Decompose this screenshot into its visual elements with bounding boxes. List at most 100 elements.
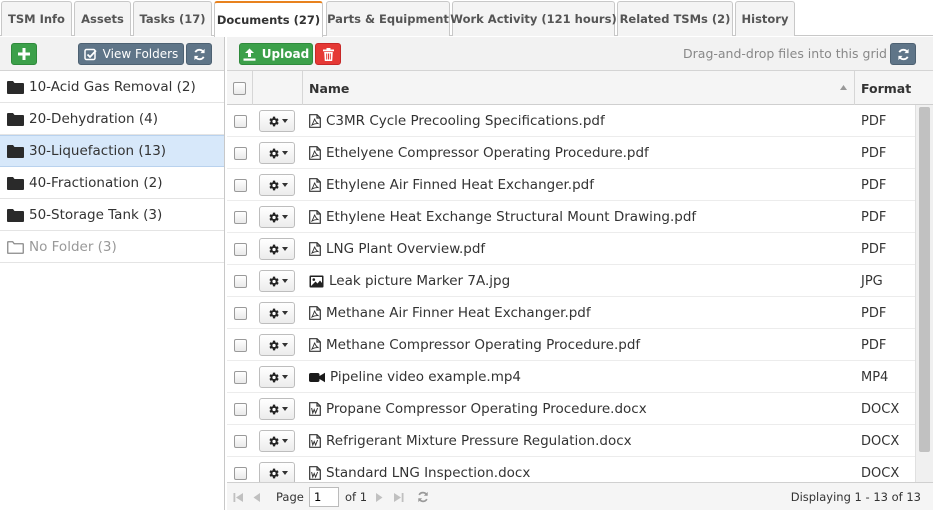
row-checkbox[interactable] <box>233 274 247 288</box>
tab-assets[interactable]: Assets <box>74 1 131 36</box>
folder-item[interactable]: 20-Dehydration (4) <box>0 103 224 135</box>
row-actions-button[interactable] <box>259 142 295 164</box>
file-format: PDF <box>861 177 887 193</box>
file-name[interactable]: Ethylene Air Finned Heat Exchanger.pdf <box>326 177 594 193</box>
file-name[interactable]: Propane Compressor Operating Procedure.d… <box>326 401 647 417</box>
row-select-cell <box>227 105 253 137</box>
prev-page-icon[interactable] <box>253 483 261 511</box>
caret-down-icon <box>281 247 288 251</box>
file-name[interactable]: Ethelyene Compressor Operating Procedure… <box>326 145 649 161</box>
gear-icon <box>268 372 279 382</box>
file-name[interactable]: Pipeline video example.mp4 <box>330 369 521 385</box>
table-row[interactable]: Propane Compressor Operating Procedure.d… <box>227 393 915 425</box>
actions-header <box>253 71 303 105</box>
row-actions-button[interactable] <box>259 238 295 260</box>
row-checkbox[interactable] <box>233 338 247 352</box>
caret-down-icon <box>281 375 288 379</box>
delete-button[interactable] <box>315 43 341 65</box>
row-actions-button[interactable] <box>259 334 295 356</box>
word-file-icon <box>309 466 321 480</box>
table-row[interactable]: Ethylene Air Finned Heat Exchanger.pdf PD… <box>227 169 915 201</box>
select-all-checkbox[interactable] <box>233 81 246 95</box>
row-checkbox[interactable] <box>233 466 247 480</box>
scrollbar-thumb[interactable] <box>919 107 930 452</box>
file-name[interactable]: Methane Compressor Operating Procedure.p… <box>326 337 640 353</box>
row-select-cell <box>227 361 253 393</box>
table-row[interactable]: Refrigerant Mixture Pressure Regulation.… <box>227 425 915 457</box>
tab-tsm-info[interactable]: TSM Info <box>1 1 72 36</box>
row-actions-button[interactable] <box>259 174 295 196</box>
table-row[interactable]: C3MR Cycle Precooling Specifications.pdf… <box>227 105 915 137</box>
table-row[interactable]: Pipeline video example.mp4 MP4 <box>227 361 915 393</box>
caret-down-icon <box>281 343 288 347</box>
row-checkbox[interactable] <box>233 370 247 384</box>
file-name[interactable]: Ethylene Heat Exchange Structural Mount … <box>326 209 696 225</box>
row-actions-button[interactable] <box>259 302 295 324</box>
format-column-header[interactable]: Format <box>855 71 933 105</box>
file-format: JPG <box>861 273 883 289</box>
table-row[interactable]: Methane Air Finner Heat Exchanger.pdf PDF <box>227 297 915 329</box>
refresh-folders-button[interactable] <box>186 43 212 65</box>
caret-down-icon <box>281 439 288 443</box>
table-row[interactable]: LNG Plant Overview.pdf PDF <box>227 233 915 265</box>
row-actions-cell <box>259 233 299 265</box>
add-folder-button[interactable] <box>11 43 37 65</box>
row-checkbox[interactable] <box>233 178 247 192</box>
row-actions-button[interactable] <box>259 366 295 388</box>
pager-refresh-icon[interactable] <box>417 483 429 511</box>
upload-icon <box>243 48 256 61</box>
page-number-input[interactable] <box>309 487 339 507</box>
sort-ascending-icon <box>840 85 847 90</box>
file-name[interactable]: Leak picture Marker 7A.jpg <box>329 273 510 289</box>
table-row[interactable]: Ethelyene Compressor Operating Procedure… <box>227 137 915 169</box>
gear-icon <box>268 148 279 158</box>
next-page-icon[interactable] <box>375 483 383 511</box>
row-checkbox[interactable] <box>233 242 247 256</box>
upload-button[interactable]: Upload <box>239 43 313 65</box>
file-name[interactable]: Standard LNG Inspection.docx <box>326 465 530 481</box>
format-cell: JPG <box>861 265 915 297</box>
file-name[interactable]: LNG Plant Overview.pdf <box>326 241 485 257</box>
row-actions-button[interactable] <box>259 110 295 132</box>
first-page-icon[interactable] <box>233 483 244 511</box>
folder-item[interactable]: 10-Acid Gas Removal (2) <box>0 71 224 103</box>
table-row[interactable]: Leak picture Marker 7A.jpg JPG <box>227 265 915 297</box>
file-name[interactable]: Methane Air Finner Heat Exchanger.pdf <box>326 305 591 321</box>
table-row[interactable]: Methane Compressor Operating Procedure.p… <box>227 329 915 361</box>
row-actions-button[interactable] <box>259 430 295 452</box>
tab-history[interactable]: History <box>735 1 795 36</box>
row-actions-button[interactable] <box>259 206 295 228</box>
folder-item-no-folder[interactable]: No Folder (3) <box>0 231 224 263</box>
file-name[interactable]: C3MR Cycle Precooling Specifications.pdf <box>326 113 605 129</box>
folder-item[interactable]: 50-Storage Tank (3) <box>0 199 224 231</box>
tab-related-tsms[interactable]: Related TSMs (2) <box>617 1 733 36</box>
file-name[interactable]: Refrigerant Mixture Pressure Regulation.… <box>326 433 632 449</box>
row-actions-button[interactable] <box>259 270 295 292</box>
name-cell: Propane Compressor Operating Procedure.d… <box>309 393 849 425</box>
last-page-icon[interactable] <box>393 483 404 511</box>
tab-tasks[interactable]: Tasks (17) <box>133 1 212 36</box>
row-checkbox[interactable] <box>233 146 247 160</box>
grid-scrollbar[interactable] <box>915 105 933 482</box>
refresh-grid-button[interactable] <box>890 43 916 65</box>
tab-work-activity[interactable]: Work Activity (121 hours) <box>450 1 617 36</box>
row-checkbox[interactable] <box>233 434 247 448</box>
tab-documents[interactable]: Documents (27) <box>214 1 323 37</box>
row-checkbox[interactable] <box>233 210 247 224</box>
row-checkbox[interactable] <box>233 306 247 320</box>
folder-item-selected[interactable]: 30-Liquefaction (13) <box>0 135 224 167</box>
tab-parts-equipment[interactable]: Parts & Equipment <box>326 1 450 36</box>
row-actions-button[interactable] <box>259 462 295 482</box>
pdf-file-icon <box>309 210 321 224</box>
name-column-header[interactable]: Name <box>303 71 855 105</box>
image-file-icon <box>309 275 324 288</box>
folder-item[interactable]: 40-Fractionation (2) <box>0 167 224 199</box>
table-row[interactable]: Standard LNG Inspection.docx DOCX <box>227 457 915 482</box>
bottom-strip <box>0 510 933 532</box>
view-folders-button[interactable]: View Folders <box>78 43 184 65</box>
row-checkbox[interactable] <box>233 114 247 128</box>
row-actions-button[interactable] <box>259 398 295 420</box>
table-row[interactable]: Ethylene Heat Exchange Structural Mount … <box>227 201 915 233</box>
name-cell: Leak picture Marker 7A.jpg <box>309 265 849 297</box>
row-checkbox[interactable] <box>233 402 247 416</box>
